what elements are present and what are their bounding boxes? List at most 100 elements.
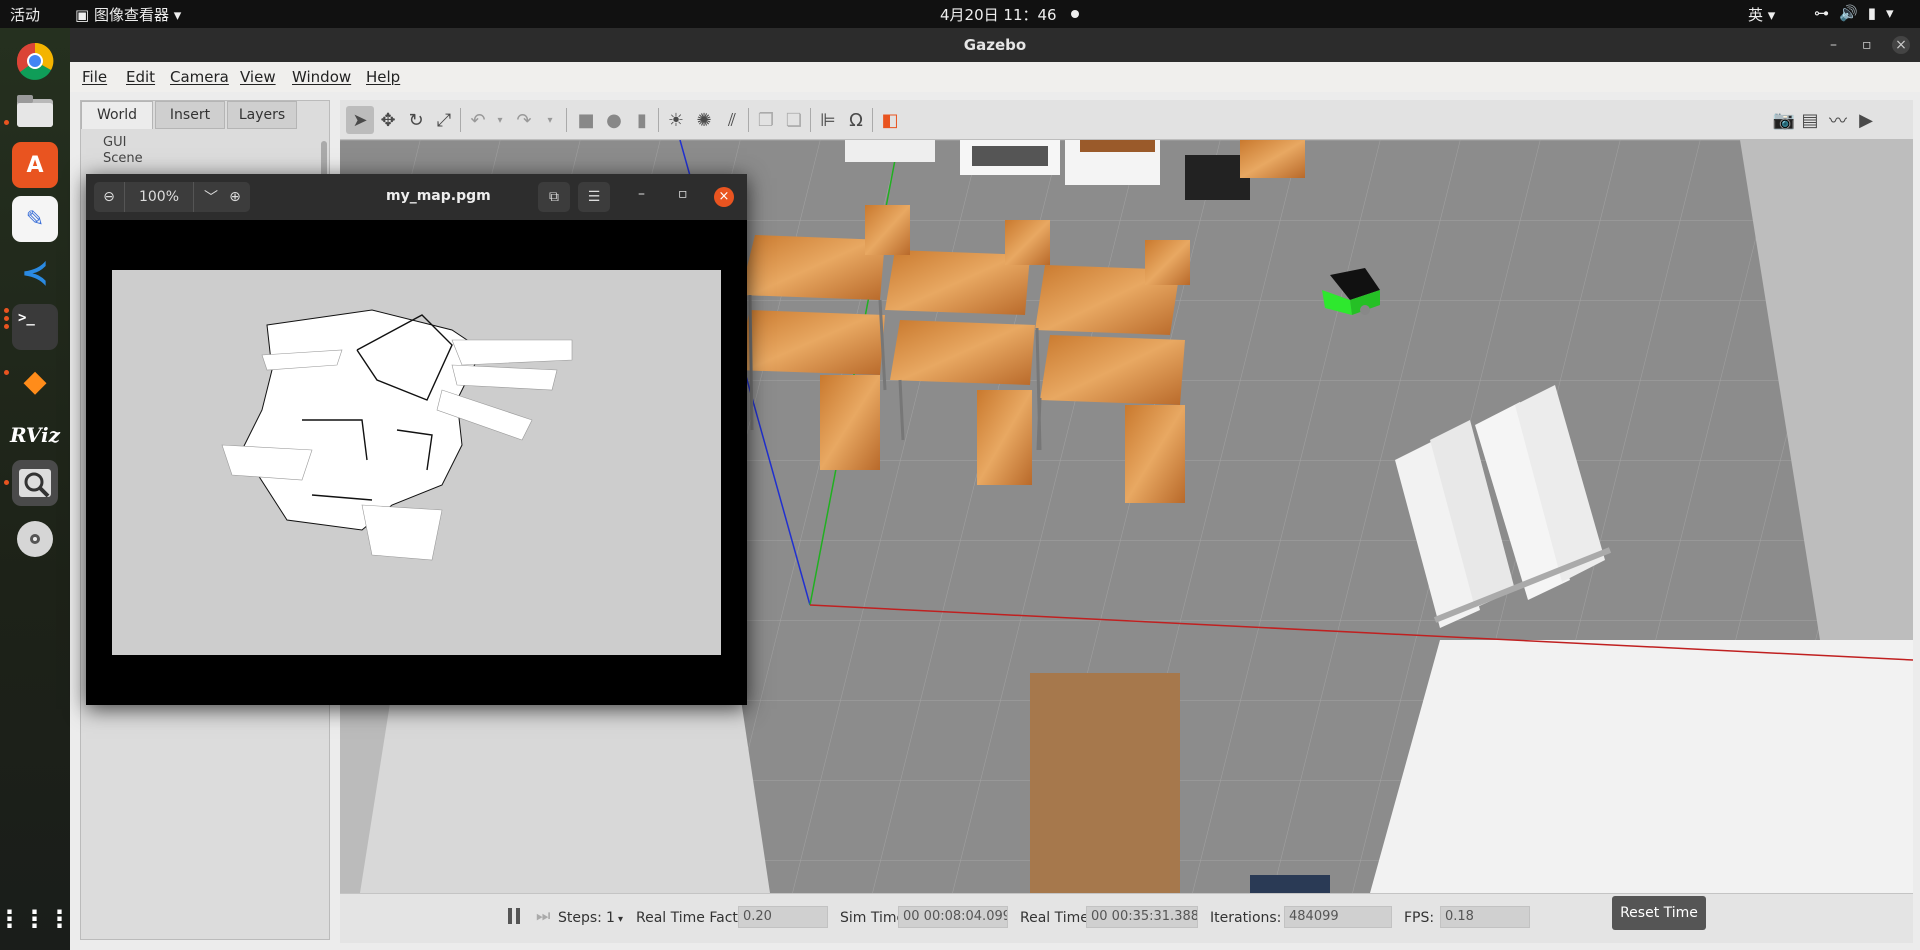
occupancy-map [221, 309, 573, 561]
select-mode-icon[interactable]: ➤ [346, 106, 374, 134]
spot-light-icon[interactable]: ✺ [690, 106, 718, 134]
rtf-value: 0.20 [738, 906, 828, 928]
tab-insert[interactable]: Insert [155, 101, 225, 129]
close-icon[interactable]: × [1892, 36, 1910, 54]
sublime-icon[interactable]: ◆ [12, 358, 58, 404]
input-method[interactable]: 英 ▾ [1748, 4, 1775, 25]
hamburger-menu-icon[interactable]: ☰ [578, 182, 610, 212]
screenshot-icon[interactable]: 📷 [1770, 106, 1798, 134]
activities-button[interactable]: 活动 [10, 4, 40, 25]
cylinder-shape-icon[interactable]: ▮ [628, 106, 656, 134]
zoom-in-icon[interactable]: ⊕ [220, 182, 250, 212]
floor-rug [1030, 673, 1180, 893]
scale-mode-icon[interactable]: ⤢ [430, 106, 458, 134]
menu-file[interactable]: File [82, 68, 107, 86]
notification-dot-icon [1070, 10, 1079, 18]
system-tray[interactable]: ⊶🔊▮▾ [1814, 4, 1903, 22]
align-icon[interactable]: ⊫ [814, 106, 842, 134]
chrome-icon[interactable] [12, 38, 58, 84]
image-viewer-title: my_map.pgm [386, 188, 491, 204]
chevron-down-icon[interactable]: ▾ [536, 106, 564, 134]
steps-chevron-down-icon[interactable]: ▾ [618, 914, 623, 925]
maximize-icon[interactable]: ▫ [678, 186, 688, 202]
app-menu[interactable]: ▣ 图像查看器 ▾ [75, 4, 181, 25]
software-icon[interactable]: A [12, 142, 58, 188]
panel-tabs: World Insert Layers [81, 101, 331, 129]
image-viewer-window: ⊖ 100% ﹀ ⊕ my_map.pgm ⧉ ☰ – ▫ × [86, 174, 747, 705]
running-indicator-icon [4, 480, 9, 485]
system-top-bar: 活动 ▣ 图像查看器 ▾ 4月20日 11：46 英 ▾ ⊶🔊▮▾ [0, 0, 1920, 28]
iterations-label: Iterations: [1210, 910, 1282, 926]
vscode-icon[interactable]: ≺ [12, 250, 58, 296]
tab-layers[interactable]: Layers [227, 101, 297, 129]
reset-time-button[interactable]: Reset Time [1612, 896, 1706, 930]
menu-bar: File Edit Camera View Window Help [70, 62, 1920, 92]
zoom-out-icon[interactable]: ⊖ [94, 189, 124, 205]
steps-value[interactable]: 1 [606, 910, 615, 926]
separator [566, 108, 567, 132]
directional-light-icon[interactable]: ⫽ [718, 106, 746, 134]
terminal-icon[interactable]: >_ [12, 304, 58, 350]
minimize-icon[interactable]: – [638, 186, 645, 202]
menu-edit[interactable]: Edit [126, 68, 155, 86]
pause-button[interactable] [506, 906, 522, 928]
fps-value: 0.18 [1440, 906, 1530, 928]
real-time-label: Real Time: [1020, 910, 1094, 926]
menu-help[interactable]: Help [366, 68, 400, 86]
files-icon[interactable] [12, 88, 58, 134]
tab-world[interactable]: World [81, 101, 153, 129]
image-viewer-icon[interactable] [12, 460, 58, 506]
dock: A ✎ ≺ >_ ◆ RViz ⋮⋮⋮ [0, 28, 72, 950]
chevron-down-icon: ▾ [1763, 6, 1776, 24]
running-indicator-icon [4, 308, 9, 313]
translate-mode-icon[interactable]: ✥ [374, 106, 402, 134]
step-button-icon[interactable]: ⏭ [536, 906, 552, 928]
running-indicator-icon [4, 324, 9, 329]
show-apps-icon[interactable]: ⋮⋮⋮ [0, 896, 72, 942]
minimize-icon[interactable]: – [1830, 28, 1837, 62]
image-viewer-small-icon: ▣ [75, 6, 94, 24]
separator [658, 108, 659, 132]
gallery-icon[interactable]: ⧉ [538, 182, 570, 212]
rotate-mode-icon[interactable]: ↻ [402, 106, 430, 134]
separator [460, 108, 461, 132]
redo-icon[interactable]: ↷ [510, 106, 538, 134]
copy-icon[interactable]: ❐ [752, 106, 780, 134]
change-view-icon[interactable]: ◧ [876, 106, 904, 134]
clock-label: 4月20日 11：46 [940, 6, 1057, 24]
snap-icon[interactable]: Ω [842, 106, 870, 134]
menu-view[interactable]: View [240, 68, 276, 86]
separator [748, 108, 749, 132]
paste-icon[interactable]: ❏ [780, 106, 808, 134]
menu-window[interactable]: Window [292, 68, 351, 86]
maximize-icon[interactable]: ▫ [1862, 28, 1872, 62]
gazebo-titlebar: Gazebo – ▫ × [70, 28, 1920, 62]
zoom-level[interactable]: 100% [124, 182, 194, 212]
plot-icon[interactable]: 〰 [1824, 106, 1852, 134]
box-shape-icon[interactable]: ■ [572, 106, 600, 134]
text-editor-icon[interactable]: ✎ [12, 196, 58, 242]
iterations-value: 484099 [1284, 906, 1392, 928]
rviz-icon[interactable]: RViz [10, 412, 60, 458]
battery-icon: ▮ [1867, 4, 1886, 22]
log-icon[interactable]: ▤ [1796, 106, 1824, 134]
sphere-shape-icon[interactable]: ● [600, 106, 628, 134]
menu-camera[interactable]: Camera [170, 68, 229, 86]
chevron-down-icon: ▾ [168, 6, 182, 24]
disc-icon[interactable] [12, 516, 58, 562]
map-image [112, 270, 721, 655]
chevron-down-icon: ▾ [1885, 4, 1904, 22]
record-video-icon[interactable]: ▶ [1852, 106, 1880, 134]
network-icon: ⊶ [1814, 4, 1839, 22]
point-light-icon[interactable]: ☀ [662, 106, 690, 134]
close-icon[interactable]: × [714, 187, 734, 207]
fps-label: FPS: [1404, 910, 1435, 926]
blue-object [1250, 875, 1330, 893]
tree-item-gui[interactable]: GUI [103, 135, 126, 150]
running-indicator-icon [4, 120, 9, 125]
window-title: Gazebo [963, 36, 1027, 54]
clock[interactable]: 4月20日 11：46 [940, 4, 1079, 25]
tree-item-scene[interactable]: Scene [103, 151, 143, 166]
running-indicator-icon [4, 316, 9, 321]
app-menu-label: 图像查看器 [93, 6, 169, 24]
